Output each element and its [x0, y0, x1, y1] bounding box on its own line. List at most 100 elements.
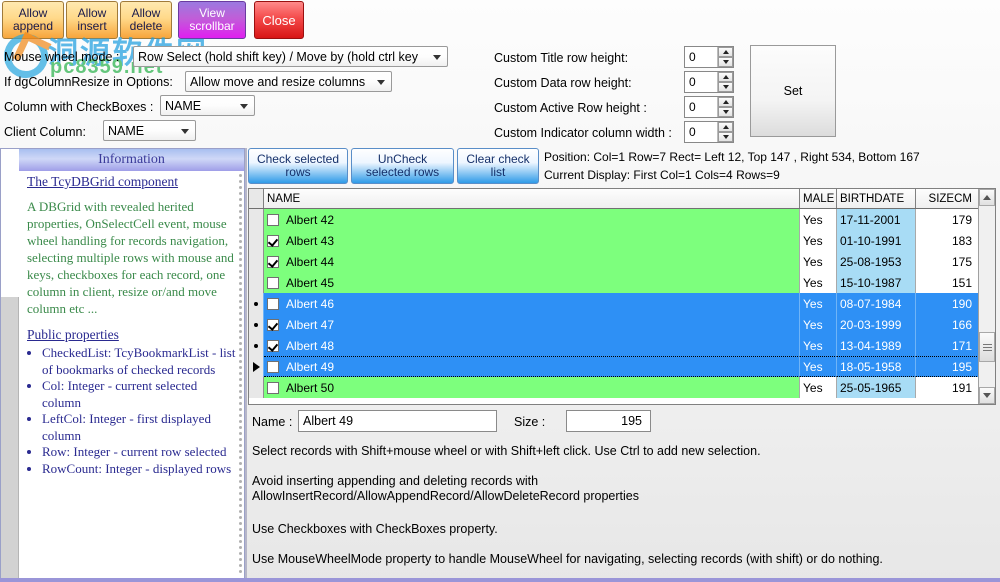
information-panel-scrollbar[interactable]	[238, 171, 243, 580]
cell-male[interactable]: Yes	[800, 272, 837, 293]
col-resize-combo[interactable]: Allow move and resize columns	[185, 71, 392, 92]
table-row[interactable]: Albert 47 Yes 20-03-1999 166	[249, 314, 978, 335]
spin-buttons[interactable]	[717, 47, 733, 67]
table-row[interactable]: Albert 43 Yes 01-10-1991 183	[249, 230, 978, 251]
cell-name[interactable]: Albert 44	[264, 251, 800, 272]
spin-up-icon[interactable]	[718, 47, 733, 57]
cell-birthdate[interactable]: 15-10-1987	[837, 272, 916, 293]
row-checkbox[interactable]	[267, 298, 279, 310]
cell-sizecm[interactable]: 151	[916, 272, 979, 293]
spin-buttons[interactable]	[717, 72, 733, 92]
row-checkbox[interactable]	[267, 214, 279, 226]
table-row[interactable]: Albert 48 Yes 13-04-1989 171	[249, 335, 978, 356]
size-field[interactable]: 195	[566, 410, 651, 432]
row-checkbox[interactable]	[267, 361, 279, 373]
cell-sizecm[interactable]: 175	[916, 251, 979, 272]
cell-sizecm[interactable]: 183	[916, 230, 979, 251]
cell-birthdate[interactable]: 20-03-1999	[837, 314, 916, 335]
custom-title-row-height-stepper[interactable]: 0	[684, 46, 734, 68]
mouse-wheel-mode-combo[interactable]: Row Select (hold shift key) / Move by (h…	[133, 46, 448, 67]
table-row[interactable]: Albert 44 Yes 25-08-1953 175	[249, 251, 978, 272]
cell-name[interactable]: Albert 46	[264, 293, 800, 314]
selected-row-dot-icon	[254, 344, 258, 348]
column-header-birthdate[interactable]: BIRTHDATE	[837, 189, 916, 208]
set-button[interactable]: Set	[750, 45, 836, 137]
spin-buttons[interactable]	[717, 122, 733, 142]
cell-birthdate[interactable]: 13-04-1989	[837, 335, 916, 356]
spin-down-icon[interactable]	[718, 82, 733, 92]
cell-birthdate[interactable]: 17-11-2001	[837, 209, 916, 230]
table-row[interactable]: Albert 42 Yes 17-11-2001 179	[249, 209, 978, 230]
cell-male[interactable]: Yes	[800, 377, 837, 398]
spin-buttons[interactable]	[717, 97, 733, 117]
cell-male[interactable]: Yes	[800, 230, 837, 251]
cell-birthdate[interactable]: 25-05-1965	[837, 377, 916, 398]
cell-male[interactable]: Yes	[800, 314, 837, 335]
row-checkbox[interactable]	[267, 256, 279, 268]
column-header-sizecm[interactable]: SIZECM	[916, 189, 979, 208]
allow-delete-button[interactable]: Allow delete	[120, 1, 172, 39]
cell-name[interactable]: Albert 50	[264, 377, 800, 398]
current-row-arrow-icon	[253, 362, 260, 372]
spin-up-icon[interactable]	[718, 97, 733, 107]
name-field-label: Name :	[252, 415, 292, 429]
information-panel: Free TcyComponents for Delphi. Informati…	[0, 148, 245, 582]
spin-up-icon[interactable]	[718, 72, 733, 82]
row-checkbox[interactable]	[267, 340, 279, 352]
table-row[interactable]: Albert 45 Yes 15-10-1987 151	[249, 272, 978, 293]
cell-male[interactable]: Yes	[800, 293, 837, 314]
allow-append-button[interactable]: Allow append	[2, 1, 64, 39]
table-row[interactable]: Albert 50 Yes 25-05-1965 191	[249, 377, 978, 398]
cell-male[interactable]: Yes	[800, 335, 837, 356]
name-field[interactable]: Albert 49	[298, 410, 497, 432]
scroll-down-button[interactable]	[979, 387, 995, 404]
cell-birthdate[interactable]: 18-05-1958	[837, 356, 916, 377]
client-column-combo[interactable]: NAME	[103, 120, 196, 141]
cell-birthdate[interactable]: 08-07-1984	[837, 293, 916, 314]
cell-male[interactable]: Yes	[800, 209, 837, 230]
custom-active-row-height-stepper[interactable]: 0	[684, 96, 734, 118]
spin-down-icon[interactable]	[718, 132, 733, 142]
close-button[interactable]: Close	[254, 1, 304, 39]
scrollbar-thumb[interactable]	[979, 332, 995, 362]
cell-name[interactable]: Albert 42	[264, 209, 800, 230]
cell-name[interactable]: Albert 43	[264, 230, 800, 251]
view-scrollbar-button[interactable]: View scrollbar	[178, 1, 246, 39]
cell-sizecm[interactable]: 190	[916, 293, 979, 314]
spin-down-icon[interactable]	[718, 57, 733, 67]
scroll-up-button[interactable]	[979, 189, 995, 206]
cell-birthdate[interactable]: 01-10-1991	[837, 230, 916, 251]
spin-up-icon[interactable]	[718, 122, 733, 132]
row-checkbox[interactable]	[267, 235, 279, 247]
spin-down-icon[interactable]	[718, 107, 733, 117]
checkbox-column-combo[interactable]: NAME	[160, 95, 255, 116]
cell-name[interactable]: Albert 49	[264, 356, 800, 377]
grid-vertical-scrollbar[interactable]	[978, 189, 995, 404]
custom-data-row-height-stepper[interactable]: 0	[684, 71, 734, 93]
cell-sizecm[interactable]: 195	[916, 356, 979, 377]
cell-birthdate[interactable]: 25-08-1953	[837, 251, 916, 272]
cell-sizecm[interactable]: 171	[916, 335, 979, 356]
table-row-current[interactable]: Albert 49 Yes 18-05-1958 195	[249, 356, 978, 377]
table-row[interactable]: Albert 46 Yes 08-07-1984 190	[249, 293, 978, 314]
row-checkbox[interactable]	[267, 277, 279, 289]
uncheck-selected-rows-button[interactable]: UnCheck selected rows	[351, 148, 454, 184]
custom-indicator-width-stepper[interactable]: 0	[684, 121, 734, 143]
row-checkbox[interactable]	[267, 319, 279, 331]
column-header-name[interactable]: NAME	[264, 189, 800, 208]
cell-sizecm[interactable]: 191	[916, 377, 979, 398]
row-checkbox[interactable]	[267, 382, 279, 394]
cell-male[interactable]: Yes	[800, 251, 837, 272]
cell-name[interactable]: Albert 48	[264, 335, 800, 356]
cell-sizecm[interactable]: 179	[916, 209, 979, 230]
cell-male[interactable]: Yes	[800, 356, 837, 377]
cell-name[interactable]: Albert 47	[264, 314, 800, 335]
clear-check-list-button[interactable]: Clear check list	[457, 148, 539, 184]
cell-name[interactable]: Albert 45	[264, 272, 800, 293]
row-indicator	[249, 272, 264, 293]
column-header-male[interactable]: MALE	[800, 189, 837, 208]
db-grid[interactable]: NAME MALE BIRTHDATE SIZECM Albert 42 Yes…	[248, 188, 996, 405]
check-selected-rows-button[interactable]: Check selected rows	[248, 148, 348, 184]
allow-insert-button[interactable]: Allow insert	[66, 1, 118, 39]
cell-sizecm[interactable]: 166	[916, 314, 979, 335]
